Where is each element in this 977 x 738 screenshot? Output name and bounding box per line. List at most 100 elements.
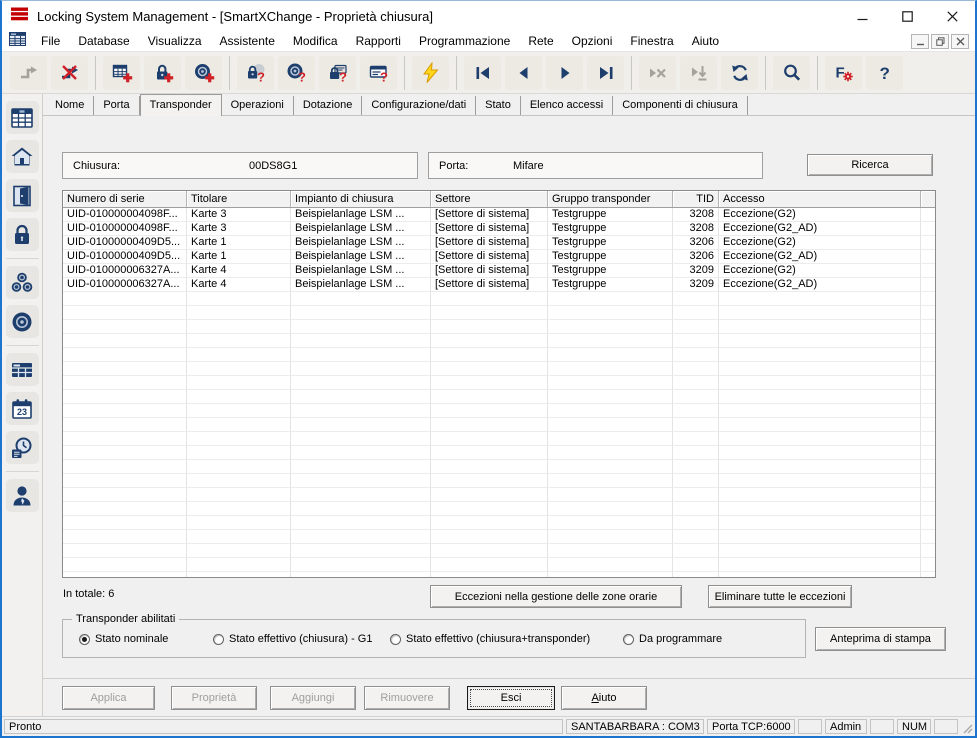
radio-stato-effettivo-chiusura-transponder-label: Stato effettivo (chiusura+transponder) bbox=[406, 633, 591, 645]
menu-rapporti[interactable]: Rapporti bbox=[347, 32, 410, 50]
radio-da-programmare[interactable]: Da programmare bbox=[623, 633, 722, 645]
menu-database[interactable]: Database bbox=[69, 32, 138, 50]
tab-dotazione[interactable]: Dotazione bbox=[294, 96, 363, 115]
sidebar-transponder-groups-button[interactable] bbox=[5, 266, 39, 299]
minimize-button[interactable] bbox=[840, 1, 885, 31]
tab-stato[interactable]: Stato bbox=[476, 96, 521, 115]
column-header-impianto-di-chiusura[interactable]: Impianto di chiusura bbox=[291, 191, 431, 207]
column-header-blank[interactable] bbox=[921, 191, 935, 207]
refresh-button[interactable] bbox=[721, 55, 758, 90]
sidebar-lock-button[interactable] bbox=[5, 218, 39, 251]
radio-stato-effettivo-chiusura-g1[interactable]: Stato effettivo (chiusura) - G1 bbox=[213, 633, 372, 645]
table-row[interactable]: UID-010000004098F... Karte 3 Beispielanlag… bbox=[63, 208, 935, 222]
applica-button[interactable]: Applica bbox=[62, 685, 155, 710]
column-header-gruppo-transponder[interactable]: Gruppo transponder bbox=[548, 191, 673, 207]
transponder-table[interactable]: Numero di serie Titolare Impianto di chius… bbox=[62, 190, 936, 578]
sidebar-matrix-view-button[interactable] bbox=[5, 353, 39, 386]
radio-stato-nominale[interactable]: Stato nominale bbox=[79, 633, 168, 645]
sidebar-calendar-button[interactable]: 23 bbox=[5, 392, 39, 425]
filter-settings-button[interactable]: F bbox=[825, 55, 862, 90]
tab-nome[interactable]: Nome bbox=[46, 96, 95, 115]
sidebar-time-zone-plan-button[interactable] bbox=[5, 431, 39, 464]
maximize-button[interactable] bbox=[885, 1, 930, 31]
last-record-button[interactable] bbox=[587, 55, 624, 90]
radio-stato-effettivo-chiusura-transponder-circle[interactable] bbox=[390, 633, 401, 645]
search-button[interactable] bbox=[773, 55, 810, 90]
menu-visualizza[interactable]: Visualizza bbox=[139, 32, 211, 50]
propriet-button[interactable]: Proprietà bbox=[171, 685, 257, 710]
sidebar-door-button[interactable] bbox=[5, 179, 39, 212]
mdi-restore-button[interactable] bbox=[931, 33, 949, 49]
read-lock-card-button[interactable]: ? bbox=[319, 55, 356, 90]
cancel-edit-button[interactable] bbox=[639, 55, 676, 90]
menu-rete[interactable]: Rete bbox=[519, 32, 562, 50]
tab-componenti-di-chiusura[interactable]: Componenti di chiusura bbox=[613, 96, 748, 115]
connect-button[interactable] bbox=[10, 55, 47, 90]
lock-field: Chiusura: 00DS8G1 bbox=[62, 152, 418, 179]
print-preview-button[interactable]: Anteprima di stampa bbox=[815, 627, 946, 651]
menu-aiuto[interactable]: Aiuto bbox=[683, 32, 728, 50]
help-button[interactable]: ? bbox=[866, 55, 903, 90]
commit-edit-button[interactable] bbox=[680, 55, 717, 90]
new-lock-button[interactable] bbox=[144, 55, 181, 90]
column-header-settore[interactable]: Settore bbox=[431, 191, 548, 207]
menu-programmazione[interactable]: Programmazione bbox=[410, 32, 519, 50]
read-transponder-button[interactable]: ? bbox=[278, 55, 315, 90]
next-record-button[interactable] bbox=[546, 55, 583, 90]
delete-all-exceptions-button[interactable]: Eliminare tutte le eccezioni bbox=[708, 585, 852, 608]
read-lock-button[interactable]: ? bbox=[237, 55, 274, 90]
esci-button[interactable]: Esci bbox=[467, 685, 555, 710]
search-button[interactable]: Ricerca bbox=[807, 154, 933, 176]
time-zone-exceptions-button[interactable]: Eccezioni nella gestione delle zone orar… bbox=[430, 585, 682, 608]
sidebar-locking-plan-matrix-button[interactable] bbox=[5, 101, 39, 134]
menu-assistente[interactable]: Assistente bbox=[211, 32, 284, 50]
radio-da-programmare-circle[interactable] bbox=[623, 633, 634, 645]
table-row[interactable]: UID-010000006327A... Karte 4 Beispielanlag… bbox=[63, 264, 935, 278]
menu-modifica[interactable]: Modifica bbox=[284, 32, 347, 50]
table-empty-row bbox=[63, 292, 935, 306]
aggiungi-button[interactable]: Aggiungi bbox=[270, 685, 356, 710]
aiuto-button[interactable]: Aiuto bbox=[561, 685, 647, 710]
column-header-numero-di-serie[interactable]: Numero di serie bbox=[63, 191, 187, 207]
menu-file[interactable]: File bbox=[32, 32, 69, 50]
sidebar-user-button[interactable] bbox=[5, 479, 39, 512]
column-header-titolare[interactable]: Titolare bbox=[187, 191, 291, 207]
disconnect-button[interactable] bbox=[51, 55, 88, 90]
footer-button-bar: Applica Proprietà Aggiungi Rimuovere Esci Aiu… bbox=[43, 679, 975, 716]
new-transponder-button[interactable] bbox=[185, 55, 222, 90]
table-row[interactable]: UID-010000004098F... Karte 3 Beispielanlag… bbox=[63, 222, 935, 236]
tab-transponder[interactable]: Transponder bbox=[139, 94, 222, 116]
close-button[interactable] bbox=[930, 1, 975, 31]
title-bar: Locking System Management - [SmartXChang… bbox=[2, 1, 975, 31]
table-empty-row bbox=[63, 530, 935, 544]
sidebar-transponder-button[interactable] bbox=[5, 305, 39, 338]
search-icon bbox=[783, 64, 800, 81]
tab-elenco-accessi[interactable]: Elenco accessi bbox=[521, 96, 614, 115]
tab-porta[interactable]: Porta bbox=[94, 96, 140, 115]
previous-record-button[interactable] bbox=[505, 55, 542, 90]
menu-opzioni[interactable]: Opzioni bbox=[563, 32, 622, 50]
column-header-tid[interactable]: TID bbox=[673, 191, 719, 207]
mdi-close-button[interactable] bbox=[951, 33, 969, 49]
sidebar-home-button[interactable] bbox=[5, 140, 39, 173]
radio-stato-effettivo-chiusura-transponder[interactable]: Stato effettivo (chiusura+transponder) bbox=[390, 633, 590, 645]
program-button[interactable] bbox=[412, 55, 449, 90]
table-empty-row bbox=[63, 544, 935, 558]
menu-finestra[interactable]: Finestra bbox=[621, 32, 682, 50]
radio-stato-effettivo-chiusura-g1-circle[interactable] bbox=[213, 633, 224, 645]
table-row[interactable]: UID-01000000409D5... Karte 1 Beispielanlag… bbox=[63, 236, 935, 250]
column-header-accesso[interactable]: Accesso bbox=[719, 191, 921, 207]
tab-operazioni[interactable]: Operazioni bbox=[222, 96, 294, 115]
rimuovere-button[interactable]: Rimuovere bbox=[364, 685, 450, 710]
tab-configurazione-dati[interactable]: Configurazione/dati bbox=[362, 96, 477, 115]
read-card-button[interactable]: ? bbox=[360, 55, 397, 90]
mdi-minimize-button[interactable] bbox=[911, 33, 929, 49]
table-row[interactable]: UID-01000000409D5... Karte 1 Beispielanlag… bbox=[63, 250, 935, 264]
resize-grip[interactable] bbox=[961, 719, 973, 734]
new-locking-system-button[interactable] bbox=[103, 55, 140, 90]
status-santabarbara-com3: SANTABARBARA : COM3 bbox=[566, 719, 704, 734]
toolbar-separator bbox=[95, 55, 96, 90]
radio-stato-nominale-circle[interactable] bbox=[79, 633, 90, 645]
table-row[interactable]: UID-010000006327A... Karte 4 Beispielanlag… bbox=[63, 278, 935, 292]
first-record-button[interactable] bbox=[464, 55, 501, 90]
